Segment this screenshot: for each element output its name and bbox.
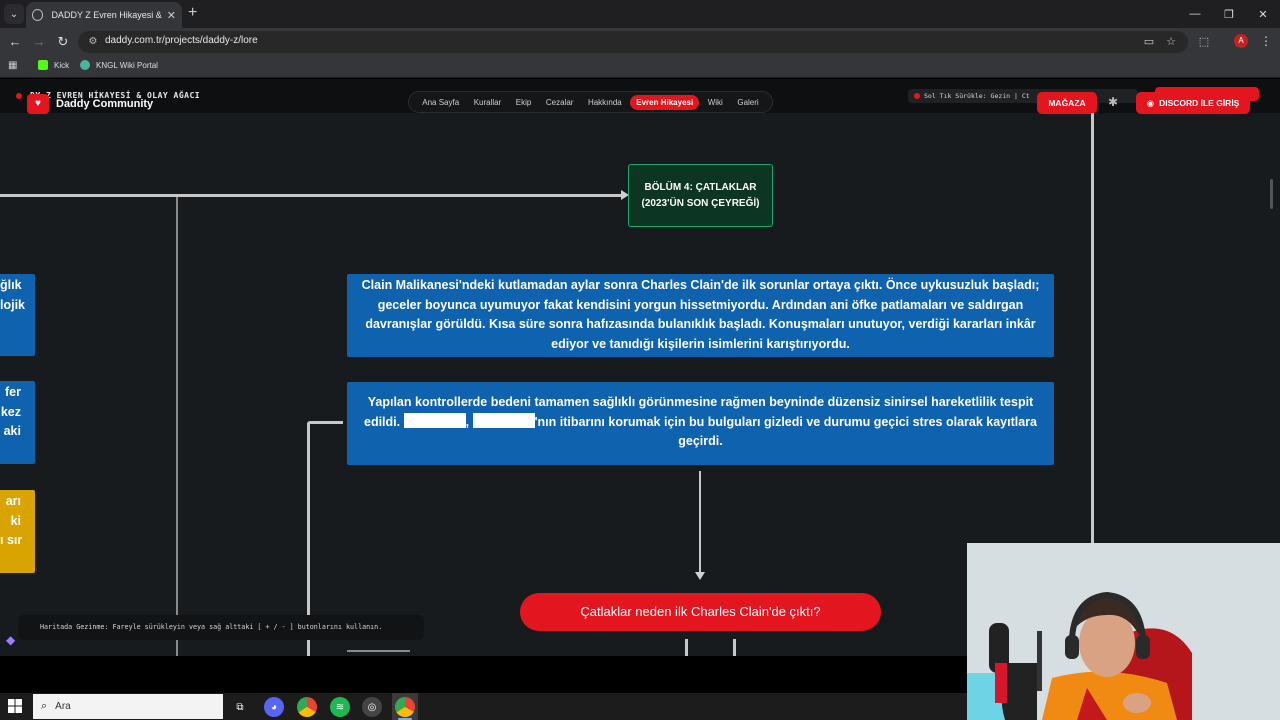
streamer-camera-image: [967, 543, 1280, 720]
restore-icon[interactable]: ❐: [1212, 0, 1246, 28]
arrow-down-icon: [695, 572, 705, 580]
nav-galeri[interactable]: Galeri: [731, 95, 764, 110]
close-window-icon[interactable]: ✕: [1246, 0, 1280, 28]
question-node[interactable]: Çatlaklar neden ilk Charles Clain'de çık…: [520, 593, 881, 631]
main-nav: Ana Sayfa Kurallar Ekip Cezalar Hakkında…: [408, 91, 773, 113]
browser-menu-icon[interactable]: ⋮: [1260, 34, 1272, 48]
store-button[interactable]: MAĞAZA: [1037, 92, 1097, 114]
windows-start-icon[interactable]: [8, 699, 22, 713]
bookmarks-bar: ▦ Kick KNGL Wiki Portal: [0, 56, 1280, 78]
window-controls: — ❐ ✕: [1178, 0, 1280, 28]
story-node[interactable]: Clain Malikanesi'ndeki kutlamadan aylar …: [347, 274, 1054, 357]
browser-tab[interactable]: DADDY Z Evren Hikayesi & Wh ✕: [26, 2, 182, 28]
taskbar-search-input[interactable]: ⌕ Ara: [33, 694, 223, 719]
webcam-overlay: [967, 543, 1280, 720]
tab-title: DADDY Z Evren Hikayesi & Wh: [51, 10, 162, 20]
connector-line: [0, 194, 622, 197]
nav-cezalar[interactable]: Cezalar: [540, 95, 580, 110]
connector-line: [699, 471, 701, 573]
scrollbar-thumb[interactable]: [1270, 179, 1273, 209]
side-story-node[interactable]: fer kez aki: [0, 381, 35, 464]
connector-line: [176, 197, 178, 656]
connector-line: [733, 639, 736, 656]
nav-evren-hikayesi[interactable]: Evren Hikayesi: [630, 94, 700, 110]
forward-icon[interactable]: →: [31, 34, 47, 50]
profile-avatar[interactable]: A: [1234, 34, 1248, 48]
redacted-name-1: [403, 412, 466, 428]
reload-icon[interactable]: ↻: [55, 34, 71, 50]
omnibox[interactable]: ⚙ daddy.com.tr/projects/daddy-z/lore ▭ ☆: [78, 31, 1188, 53]
extensions-icon[interactable]: ⬚: [1196, 34, 1212, 50]
spotify-app-icon[interactable]: ≋: [330, 697, 350, 717]
connector-line: [685, 639, 688, 656]
redacted-name-2: [472, 412, 535, 428]
logo-heart-icon[interactable]: ♥: [27, 94, 49, 114]
nav-hakkinda[interactable]: Hakkında: [582, 95, 628, 110]
chapter-subtitle: (2023'ÜN SON ÇEYREĞİ): [641, 197, 760, 209]
back-icon[interactable]: ←: [7, 34, 23, 50]
chapter-title: BÖLÜM 4: ÇATLAKLAR: [644, 181, 757, 193]
connector-line: [347, 650, 410, 652]
side-secret-node[interactable]: arı ki ı sır: [0, 490, 35, 573]
connector-line: [307, 421, 343, 424]
chapter-4-node[interactable]: BÖLÜM 4: ÇATLAKLAR (2023'ÜN SON ÇEYREĞİ): [628, 164, 773, 227]
discord-app-icon[interactable]: ◕: [264, 697, 284, 717]
side-story-node[interactable]: ğlık lojik: [0, 274, 35, 356]
task-view-icon[interactable]: ⧉: [230, 697, 250, 717]
nav-wiki[interactable]: Wiki: [702, 95, 729, 110]
discord-login-button[interactable]: ◉ DISCORD İLE GİRİŞ: [1136, 92, 1250, 114]
screen-letterbox: [0, 656, 967, 693]
install-app-icon[interactable]: ▭: [1141, 34, 1157, 50]
obs-app-icon[interactable]: ◎: [362, 697, 382, 717]
story-node[interactable]: Yapılan kontrollerde bedeni tamamen sağl…: [347, 382, 1054, 465]
chrome-app-icon[interactable]: [297, 697, 317, 717]
url-text: daddy.com.tr/projects/daddy-z/lore: [105, 35, 258, 46]
nav-ekip[interactable]: Ekip: [510, 95, 538, 110]
site-info-icon[interactable]: ⚙: [86, 35, 100, 49]
bookmark-star-icon[interactable]: ☆: [1163, 34, 1179, 50]
globe-icon: [32, 9, 44, 21]
apps-grid-icon[interactable]: ▦: [8, 60, 17, 71]
discord-icon: ◉: [1146, 97, 1155, 108]
status-dot: [16, 93, 22, 99]
kick-icon: [38, 60, 48, 70]
mouse-icon: [914, 93, 920, 99]
site-header: DY Z EVREN HİKAYESİ & OLAY AĞACI ♥ Daddy…: [0, 79, 1280, 114]
gear-icon[interactable]: ✱: [1108, 95, 1118, 109]
site-logo-text[interactable]: Daddy Community: [56, 98, 153, 110]
minimize-icon[interactable]: —: [1178, 0, 1212, 28]
nav-ana-sayfa[interactable]: Ana Sayfa: [416, 95, 465, 110]
windows-taskbar: ⌕ Ara ⧉ ◕ ≋ ◎: [0, 693, 967, 720]
tab-search-icon[interactable]: ⌄: [4, 4, 24, 24]
wiki-icon: [80, 60, 90, 70]
navigation-hint-toast: Haritada Gezinme: Fareyle sürükleyin vey…: [18, 615, 424, 640]
search-icon: ⌕: [41, 700, 48, 712]
close-tab-icon[interactable]: ✕: [167, 9, 176, 22]
bookmark-kngl-wiki[interactable]: KNGL Wiki Portal: [80, 60, 158, 70]
bookmark-kick[interactable]: Kick: [38, 60, 69, 70]
chrome-active-app-icon[interactable]: [395, 697, 415, 717]
connector-line: [1091, 113, 1094, 543]
diamond-icon[interactable]: ◆: [6, 633, 28, 651]
controls-hint-chip: Sol Tık Sürükle: Gezin | Ct: [908, 89, 1138, 103]
new-tab-icon[interactable]: +: [188, 5, 197, 21]
nav-kurallar[interactable]: Kurallar: [468, 95, 508, 110]
browser-tab-bar: ⌄ DADDY Z Evren Hikayesi & Wh ✕ + — ❐ ✕: [0, 0, 1280, 28]
address-bar-row: ← → ↻ ⚙ daddy.com.tr/projects/daddy-z/lo…: [0, 28, 1280, 56]
